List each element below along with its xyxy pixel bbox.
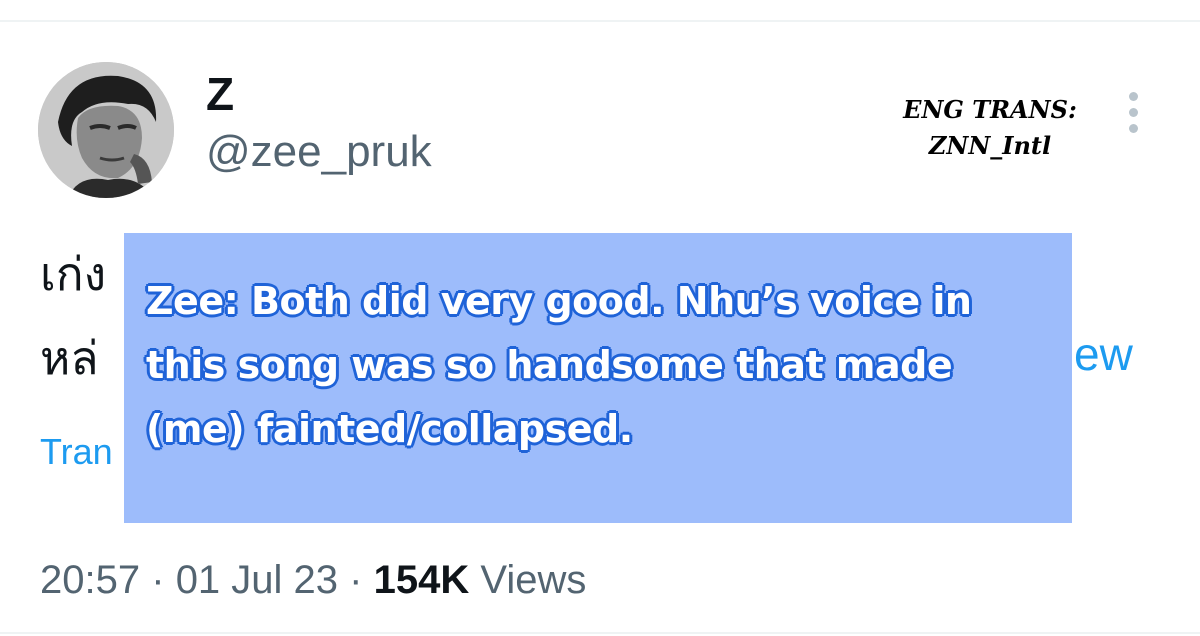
translation-line-2: this song was so handsome that made — [146, 343, 953, 387]
tweet-page: Z @zee_pruk ENG TRANS: ZNN_Intl เก่ง หล่… — [0, 0, 1200, 636]
views-count: 154K — [373, 558, 470, 602]
author-display-name[interactable]: Z — [206, 66, 234, 122]
translation-credit: ENG TRANS: ZNN_Intl — [880, 92, 1100, 164]
translation-line-1: Zee: Both did very good. Nhu’s voice in — [146, 279, 972, 323]
avatar-photo-icon — [38, 62, 174, 198]
meta-separator: · — [349, 558, 363, 602]
more-vertical-icon[interactable] — [1118, 92, 1148, 140]
tweet-time[interactable]: 20:57 — [40, 558, 140, 602]
translation-text: Zee: Both did very good. Nhu’s voice in … — [146, 269, 1066, 461]
meta-separator: · — [151, 558, 165, 602]
translate-post-link[interactable]: Tran — [40, 428, 113, 476]
tweet-date[interactable]: 01 Jul 23 — [176, 558, 338, 602]
show-more-link-tail[interactable]: ew — [1074, 326, 1133, 382]
more-dot — [1128, 92, 1138, 101]
avatar[interactable] — [38, 62, 174, 198]
credit-line-1: ENG TRANS: — [903, 95, 1077, 124]
credit-line-2: ZNN_Intl — [928, 131, 1052, 160]
views-label: Views — [480, 558, 587, 602]
more-dot — [1128, 124, 1138, 133]
more-dot — [1128, 108, 1138, 117]
tweet-meta-row: 20:57 · 01 Jul 23 · 154K Views — [40, 552, 586, 608]
author-handle[interactable]: @zee_pruk — [206, 124, 432, 180]
top-divider — [0, 20, 1200, 22]
translation-overlay-box: Zee: Both did very good. Nhu’s voice in … — [124, 233, 1072, 523]
bottom-divider — [0, 632, 1200, 634]
translation-line-3: (me) fainted/collapsed. — [146, 407, 633, 451]
